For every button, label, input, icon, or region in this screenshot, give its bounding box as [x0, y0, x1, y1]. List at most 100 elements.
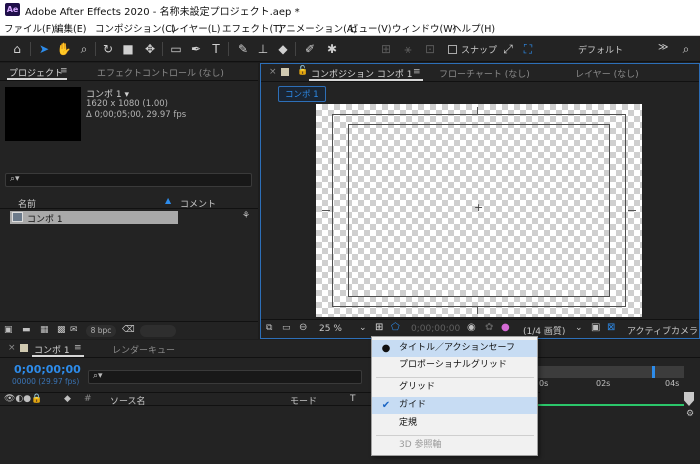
composition-canvas[interactable]: +: [316, 104, 642, 317]
menu-edit[interactable]: 編集(E): [54, 21, 86, 35]
column-source-name[interactable]: ソース名: [110, 394, 146, 407]
eraser-tool-icon[interactable]: ◆: [275, 41, 291, 57]
clone-stamp-tool-icon[interactable]: ⊥: [255, 41, 271, 57]
chevron-down-icon[interactable]: ⌄: [575, 323, 583, 333]
camera-tool-icon[interactable]: ■: [120, 41, 136, 57]
bit-depth-button[interactable]: 8 bpc: [86, 325, 116, 337]
menu-item-label: タイトル／アクションセーフ: [399, 343, 516, 353]
menu-view[interactable]: ビュー(V): [349, 21, 391, 35]
menu-effect[interactable]: エフェクト(T): [222, 21, 283, 35]
color-channels-icon[interactable]: ●: [501, 322, 510, 333]
timeline-frame-count: 00000 (29.97 fps): [12, 377, 80, 386]
work-area-end-handle[interactable]: [652, 366, 655, 378]
shape-tool-icon[interactable]: ▭: [168, 41, 184, 57]
region-of-interest-icon[interactable]: ▣: [591, 322, 600, 333]
snap-checkbox[interactable]: [448, 45, 457, 54]
search-help-icon[interactable]: ⌕: [678, 41, 694, 57]
menu-animation[interactable]: アニメーション(A): [277, 21, 357, 35]
panel-menu-icon[interactable]: ≡: [60, 66, 68, 76]
lock-icon[interactable]: 🔓: [297, 66, 308, 76]
menu-item-grid[interactable]: グリッド: [372, 379, 537, 396]
menu-file[interactable]: ファイル(F): [4, 21, 55, 35]
column-mode[interactable]: モード: [290, 394, 317, 407]
menu-window[interactable]: ウィンドウ(W): [392, 21, 456, 35]
title-bar: Ae Adobe After Effects 2020 - 名称未設定プロジェク…: [0, 0, 700, 19]
menu-layer[interactable]: レイヤー(L): [170, 21, 220, 35]
window-title: Adobe After Effects 2020 - 名称未設定プロジェクト.a…: [25, 7, 300, 18]
type-tool-icon[interactable]: T: [208, 41, 224, 57]
comp-breadcrumb-chip[interactable]: コンポ 1: [278, 86, 326, 102]
menu-item-label: 3D 参照軸: [399, 440, 442, 450]
zoom-value[interactable]: 25 %: [319, 324, 342, 334]
tab-render-queue[interactable]: レンダーキュー: [112, 343, 175, 356]
vr-goggles-icon[interactable]: ⊖: [299, 322, 307, 333]
pen-tool-icon[interactable]: ✒: [188, 41, 204, 57]
workspace-more-icon[interactable]: ≫: [658, 42, 668, 53]
menu-item-proportional-grid[interactable]: プロポーショナルグリッド: [372, 357, 537, 374]
menu-item-guides[interactable]: ✔ ガイド: [372, 397, 537, 414]
workspace-label[interactable]: デフォルト: [578, 43, 623, 56]
trash-icon[interactable]: ⌫: [122, 325, 135, 335]
snap-option-icon[interactable]: ⤢: [500, 41, 516, 57]
project-search-input[interactable]: ⌕▾: [5, 173, 252, 187]
column-name[interactable]: 名前: [18, 197, 36, 210]
menu-item-rulers[interactable]: 定規: [372, 415, 537, 432]
world-axis-icon: ⚹: [404, 42, 412, 56]
project-item-row[interactable]: コンポ 1: [10, 211, 178, 225]
pan-behind-tool-icon[interactable]: ✥: [142, 41, 158, 57]
top-center-mark: [477, 107, 478, 115]
ruler-tick-4: 04s: [665, 379, 680, 388]
menu-item-label: ガイド: [399, 400, 427, 410]
snap-label: スナップ: [461, 46, 498, 56]
current-time-indicator[interactable]: [684, 392, 694, 406]
rotate-tool-icon[interactable]: ↻: [100, 41, 116, 57]
work-area-bar[interactable]: [538, 366, 684, 378]
active-tab-underline: [32, 355, 84, 357]
timeline-search-input[interactable]: ⌕▾: [88, 370, 362, 384]
graph-editor-icon[interactable]: ⚙: [686, 409, 694, 419]
zoom-tool-icon[interactable]: ⌕: [76, 41, 92, 57]
hand-tool-icon[interactable]: ✋: [56, 41, 72, 57]
close-tab-icon[interactable]: ×: [269, 67, 277, 77]
menu-item-title-action-safe[interactable]: ● タイトル／アクションセーフ: [372, 340, 537, 357]
comp-color-label: [20, 344, 28, 352]
column-trkmat[interactable]: T: [350, 394, 356, 404]
close-tab-icon[interactable]: ×: [8, 343, 16, 353]
panel-menu-icon[interactable]: ≡: [74, 343, 82, 353]
selection-tool-icon[interactable]: ➤: [36, 41, 52, 57]
chevron-down-icon[interactable]: ⌄: [359, 323, 367, 333]
snapshot-icon[interactable]: ◉: [467, 322, 476, 333]
transparency-grid-icon[interactable]: ⊠: [607, 322, 615, 333]
interpret-footage-icon[interactable]: ▣: [4, 325, 13, 335]
menu-composition[interactable]: コンポジション(C): [95, 21, 176, 35]
new-folder-icon[interactable]: ▬: [22, 325, 31, 335]
viewer-timecode[interactable]: 0;00;00;00: [411, 324, 460, 334]
show-snapshot-icon[interactable]: ✿: [485, 322, 493, 333]
tab-effect-controls[interactable]: エフェクトコントロール (なし): [97, 66, 224, 79]
roto-brush-tool-icon[interactable]: ✐: [302, 41, 318, 57]
menu-help[interactable]: ヘルプ(H): [452, 21, 495, 35]
snap-target-icon[interactable]: ⛶: [520, 41, 536, 57]
tab-flowchart[interactable]: フローチャート (なし): [439, 67, 530, 80]
column-comment[interactable]: コメント: [180, 197, 216, 210]
delete-icon[interactable]: ✉: [70, 325, 78, 335]
brush-tool-icon[interactable]: ✎: [235, 41, 251, 57]
tool-separator: [228, 42, 229, 56]
flowchart-icon[interactable]: ⚘: [242, 211, 250, 221]
new-composition-icon[interactable]: ▦: [40, 325, 49, 335]
always-preview-icon[interactable]: ⧉: [266, 323, 272, 333]
project-settings-icon[interactable]: ▩: [57, 325, 66, 335]
project-tab-row: プロジェクト ≡ エフェクトコントロール (なし): [0, 63, 258, 81]
timeline-timecode[interactable]: 0;00;00;00: [14, 363, 81, 376]
mask-visibility-icon[interactable]: ⬠: [391, 322, 400, 333]
tab-layer[interactable]: レイヤー (なし): [575, 67, 639, 80]
guides-icon[interactable]: ⊞: [375, 322, 383, 333]
active-camera-label[interactable]: アクティブカメラ: [627, 324, 698, 337]
project-slider[interactable]: [140, 325, 176, 337]
center-crosshair-icon: +: [474, 201, 484, 214]
monitor-icon[interactable]: ▭: [282, 323, 291, 333]
puppet-tool-icon[interactable]: ✱: [324, 41, 340, 57]
tool-separator: [295, 42, 296, 56]
home-icon[interactable]: ⌂: [9, 41, 25, 57]
panel-menu-icon[interactable]: ≡: [413, 67, 421, 77]
